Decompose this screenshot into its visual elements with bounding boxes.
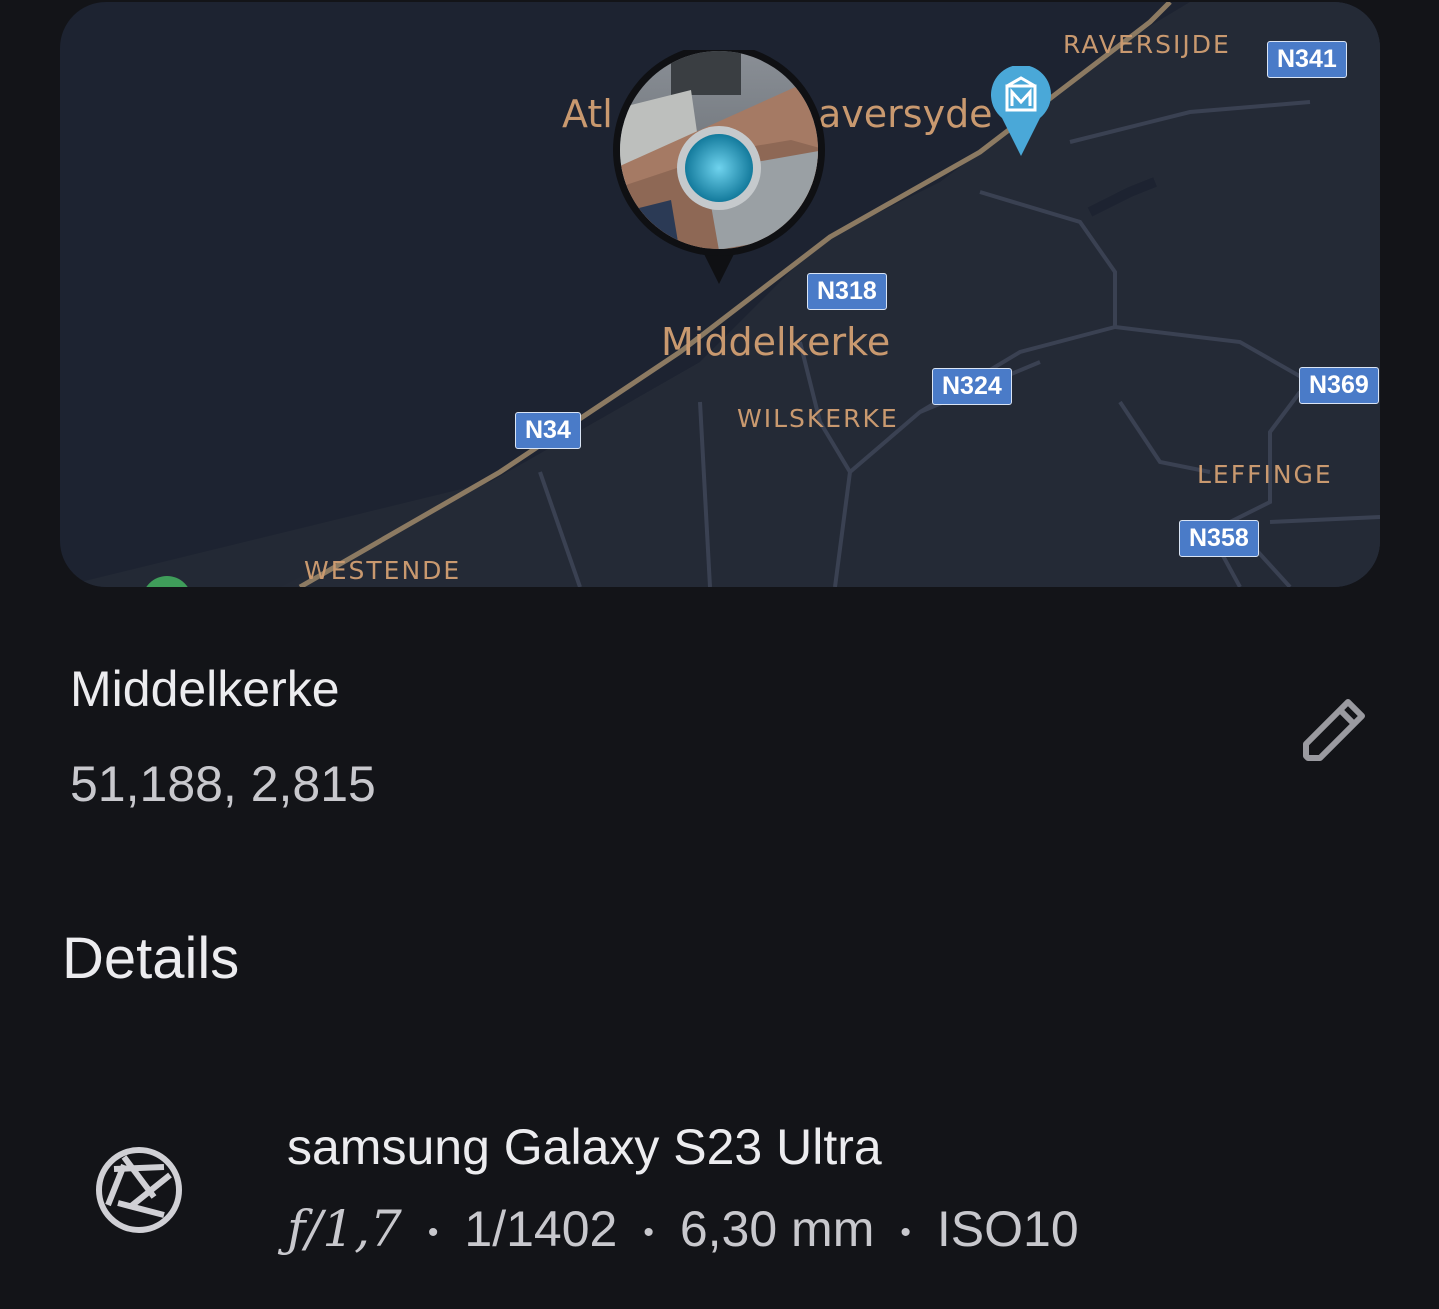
location-coordinates: 51,188, 2,815 [70,756,376,812]
place-label-raversijde: RAVERSIJDE [1063,30,1231,59]
shutter-speed: 1/1402 [464,1201,618,1257]
location-map[interactable]: RAVERSIJDE N341 Atl aversyde N318 Middel… [60,2,1380,587]
place-label-leffinge: LEFFINGE [1197,460,1333,489]
road-shield-n358: N358 [1179,520,1259,557]
aperture-icon [96,1147,182,1233]
camera-specs: ƒ/1,7 • 1/1402 • 6,30 mm • ISO10 [287,1200,1079,1258]
place-label-atlantic-left: Atl [562,92,613,136]
focal-length: 6,30 mm [679,1201,875,1257]
place-label-wilskerke: WILSKERKE [737,404,899,433]
aperture-value: ƒ/1,7 [287,1200,402,1258]
road-shield-n324: N324 [932,368,1012,405]
separator: • [900,1215,911,1249]
location-name: Middelkerke [70,661,340,717]
place-label-middelkerke: Middelkerke [661,320,891,364]
place-label-westende: WESTENDE [304,556,462,585]
details-heading: Details [62,926,240,991]
road-shield-n369: N369 [1299,367,1379,404]
iso-value: ISO10 [936,1201,1079,1257]
place-label-atlantic-right: aversyde [818,92,993,136]
road-shield-n341: N341 [1267,41,1347,78]
camera-model: samsung Galaxy S23 Ultra [287,1119,882,1175]
road-shield-n34: N34 [515,412,581,449]
separator: • [643,1215,654,1249]
pencil-icon[interactable] [1294,690,1374,770]
photo-marker[interactable] [611,50,827,290]
separator: • [427,1215,439,1249]
museum-pin-icon[interactable] [990,66,1052,158]
